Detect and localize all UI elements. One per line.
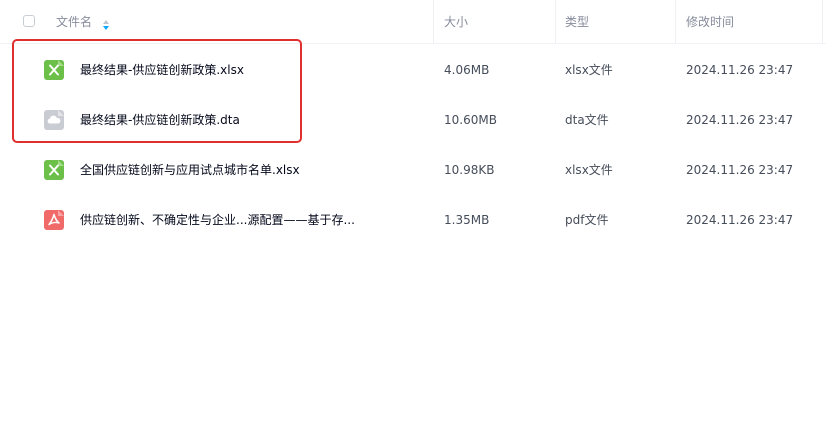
file-name[interactable]: 全国供应链创新与应用试点城市名单.xlsx — [80, 145, 300, 195]
file-row[interactable]: 供应链创新、不确定性与企业...源配置——基于存... 1.35MB pdf文件… — [0, 195, 826, 245]
file-list-header: 文件名 大小 类型 修改时间 — [0, 0, 826, 44]
excel-icon — [44, 160, 64, 180]
excel-icon — [44, 60, 64, 80]
file-size: 4.06MB — [444, 63, 490, 77]
file-row[interactable]: 最终结果-供应链创新政策.dta 10.60MB dta文件 2024.11.2… — [0, 95, 826, 145]
file-type: dta文件 — [565, 113, 609, 127]
pdf-icon — [44, 210, 64, 230]
column-header-modified[interactable]: 修改时间 — [686, 0, 734, 44]
file-type: xlsx文件 — [565, 163, 613, 177]
file-modified: 2024.11.26 23:47 — [686, 163, 794, 177]
file-name[interactable]: 供应链创新、不确定性与企业...源配置——基于存... — [80, 195, 355, 245]
file-type: pdf文件 — [565, 213, 609, 227]
column-divider[interactable] — [822, 0, 823, 44]
column-header-type[interactable]: 类型 — [565, 0, 589, 44]
column-header-name[interactable]: 文件名 — [56, 0, 92, 44]
file-modified: 2024.11.26 23:47 — [686, 213, 794, 227]
file-size: 10.60MB — [444, 113, 497, 127]
file-name[interactable]: 最终结果-供应链创新政策.xlsx — [80, 45, 244, 95]
file-size: 1.35MB — [444, 213, 490, 227]
file-modified: 2024.11.26 23:47 — [686, 113, 794, 127]
column-divider[interactable] — [433, 0, 434, 44]
select-all-checkbox[interactable] — [23, 15, 35, 27]
cloud-file-icon — [44, 110, 64, 130]
column-divider[interactable] — [555, 0, 556, 44]
column-divider[interactable] — [675, 0, 676, 44]
file-name[interactable]: 最终结果-供应链创新政策.dta — [80, 95, 240, 145]
file-row[interactable]: 全国供应链创新与应用试点城市名单.xlsx 10.98KB xlsx文件 202… — [0, 145, 826, 195]
column-header-size[interactable]: 大小 — [444, 0, 468, 44]
file-type: xlsx文件 — [565, 63, 613, 77]
sort-icon[interactable] — [102, 16, 110, 30]
file-list-view: 文件名 大小 类型 修改时间 最终结果-供应链创新政策.xlsx 4.06MB … — [0, 0, 826, 439]
file-row[interactable]: 最终结果-供应链创新政策.xlsx 4.06MB xlsx文件 2024.11.… — [0, 45, 826, 95]
file-modified: 2024.11.26 23:47 — [686, 63, 794, 77]
file-size: 10.98KB — [444, 163, 495, 177]
